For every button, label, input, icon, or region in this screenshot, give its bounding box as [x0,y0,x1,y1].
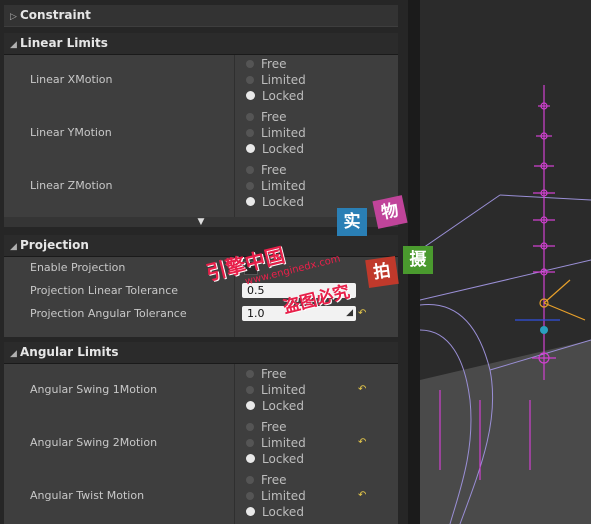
viewport-scene [420,0,591,524]
radio-icon [246,75,254,84]
watermark-badge-pai: 拍 [365,256,399,288]
radio-selected-icon [246,91,255,100]
projection-title: Projection [20,238,89,252]
linear-ymotion-locked[interactable]: Locked [246,141,304,157]
radio-selected-icon [246,401,255,410]
reset-to-default-icon[interactable]: ↶ [358,309,366,319]
linear-zmotion-locked[interactable]: Locked [246,194,304,210]
projection-linear-tolerance-label: Projection Linear Tolerance [30,284,179,297]
collapse-arrow-icon: ◢ [10,349,17,359]
watermark-badge-shi: 实 [337,208,367,236]
linear-zmotion-label: Linear ZMotion [30,179,113,192]
radio-icon [246,369,254,378]
radio-icon [246,112,254,121]
linear-xmotion-row: Linear XMotion Free Limited Locked [4,55,398,108]
drag-handle-icon: ◢ [346,308,353,318]
constraint-title: Constraint [20,8,91,22]
projection-angular-tolerance-label: Projection Angular Tolerance [30,307,187,320]
chevron-down-icon: ▼ [197,217,205,227]
linear-ymotion-free[interactable]: Free [246,109,286,125]
angular-twist-free[interactable]: Free [246,472,286,488]
angular-swing2-limited[interactable]: Limited [246,435,306,451]
linear-ymotion-label: Linear YMotion [30,126,112,139]
linear-xmotion-free[interactable]: Free [246,56,286,72]
angular-swing1-label: Angular Swing 1Motion [30,383,158,396]
linear-ymotion-row: Linear YMotion Free Limited Locked [4,108,398,161]
reset-to-default-icon[interactable]: ↶ [358,385,366,395]
angular-swing1-locked[interactable]: Locked [246,398,304,414]
constraint-header[interactable]: ▷ Constraint [4,5,398,26]
angular-limits-header[interactable]: ◢ Angular Limits [4,342,398,364]
angular-limits-title: Angular Limits [20,345,119,359]
collapse-arrow-icon: ◢ [10,242,17,252]
linear-xmotion-limited[interactable]: Limited [246,72,306,88]
radio-selected-icon [246,507,255,516]
linear-xmotion-locked[interactable]: Locked [246,88,304,104]
radio-icon [246,475,254,484]
linear-zmotion-row: Linear ZMotion Free Limited Locked [4,161,398,214]
collapse-arrow-icon: ◢ [10,40,17,50]
angular-twist-limited[interactable]: Limited [246,488,306,504]
linear-zmotion-free[interactable]: Free [246,162,286,178]
linear-limits-title: Linear Limits [20,36,108,50]
linear-xmotion-label: Linear XMotion [30,73,113,86]
constraint-category[interactable]: ▷ Constraint [4,5,398,27]
radio-icon [246,385,254,394]
radio-icon [246,59,254,68]
linear-limits-header[interactable]: ◢ Linear Limits [4,33,398,55]
radio-icon [246,181,254,190]
angular-swing1-limited[interactable]: Limited [246,382,306,398]
angular-limits-category: ◢ Angular Limits Angular Swing 1Motion Fr… [4,342,398,524]
radio-icon [246,438,254,447]
radio-icon [246,491,254,500]
angular-twist-label: Angular Twist Motion [30,489,145,502]
radio-selected-icon [246,144,255,153]
angular-swing2-locked[interactable]: Locked [246,451,304,467]
angular-swing2-label: Angular Swing 2Motion [30,436,158,449]
radio-icon [246,422,254,431]
angular-swing1-row: Angular Swing 1Motion Free Limited Locke… [4,364,398,417]
reset-to-default-icon[interactable]: ↶ [358,491,366,501]
radio-selected-icon [246,197,255,206]
enable-projection-label: Enable Projection [30,261,126,274]
radio-selected-icon [246,454,255,463]
angular-twist-row: Angular Twist Motion Free Limited Locked… [4,470,398,524]
radio-icon [246,165,254,174]
viewport-3d[interactable] [420,0,591,524]
linear-limits-category: ◢ Linear Limits Linear XMotion Free Limit… [4,33,398,219]
linear-ymotion-limited[interactable]: Limited [246,125,306,141]
angular-swing2-row: Angular Swing 2Motion Free Limited Locke… [4,417,398,470]
reset-to-default-icon[interactable]: ↶ [358,438,366,448]
angular-swing2-free[interactable]: Free [246,419,286,435]
radio-icon [246,128,254,137]
angular-twist-locked[interactable]: Locked [246,504,304,520]
watermark-badge-she: 摄 [403,246,433,274]
angular-swing1-free[interactable]: Free [246,366,286,382]
linear-zmotion-limited[interactable]: Limited [246,178,306,194]
expand-arrow-icon: ▷ [10,12,17,22]
